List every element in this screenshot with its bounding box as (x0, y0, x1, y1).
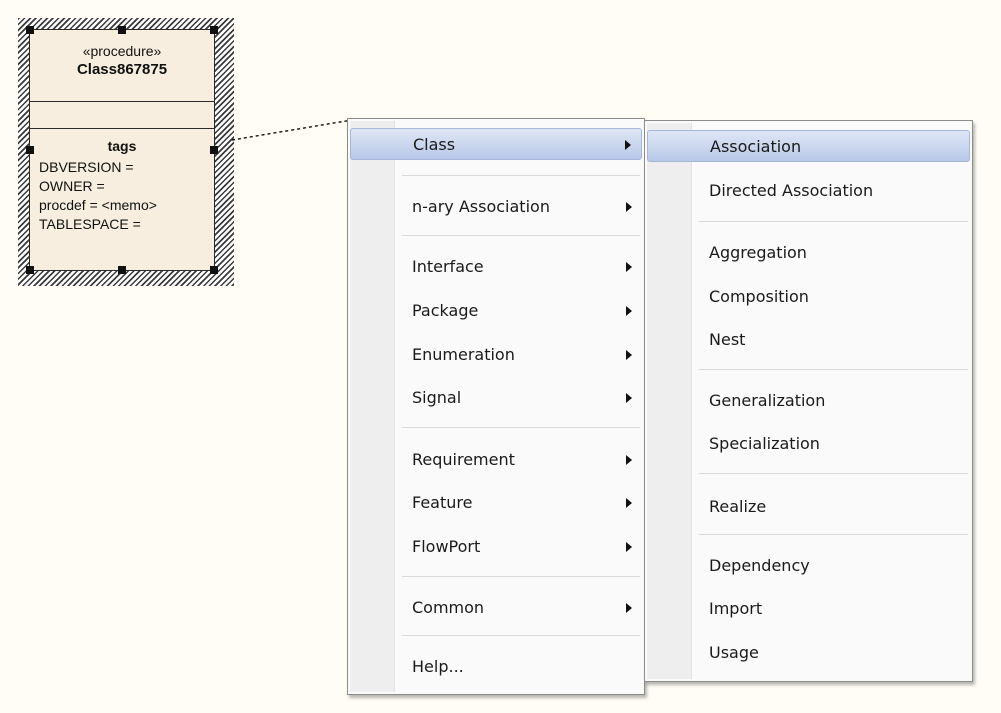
menu-item-label: n-ary Association (412, 197, 550, 216)
menu-item-common[interactable]: Common (350, 592, 642, 624)
menu-item-label: Dependency (709, 556, 810, 575)
menu-item-label: Aggregation (709, 243, 807, 262)
menu-item-label: Help... (412, 657, 464, 676)
menu-separator (402, 576, 640, 577)
menu-item-specialization[interactable]: Specialization (647, 428, 970, 460)
menu-separator (402, 175, 640, 176)
menu-separator (402, 427, 640, 428)
menu-item-label: Class (413, 135, 456, 154)
menu-item-aggregation[interactable]: Aggregation (647, 237, 970, 269)
menu-item-label: Nest (709, 330, 746, 349)
relationship-submenu: Association Directed Association Aggrega… (644, 120, 973, 682)
menu-item-directed-association[interactable]: Directed Association (647, 175, 970, 207)
menu-item-usage[interactable]: Usage (647, 637, 970, 669)
menu-separator (699, 369, 968, 370)
menu-item-label: Import (709, 599, 763, 618)
menu-separator (699, 473, 968, 474)
menu-item-label: Package (412, 301, 479, 320)
menu-item-label: Association (710, 137, 802, 156)
menu-item-label: Common (412, 598, 485, 617)
menu-item-class[interactable]: Class (350, 128, 642, 160)
submenu-arrow-icon (626, 306, 632, 316)
menu-item-nest[interactable]: Nest (647, 324, 970, 356)
submenu-arrow-icon (625, 140, 631, 150)
menu-item-label: Interface (412, 257, 484, 276)
menu-item-realize[interactable]: Realize (647, 491, 970, 523)
submenu-arrow-icon (626, 202, 632, 212)
menu-item-enumeration[interactable]: Enumeration (350, 339, 642, 371)
menu-item-label: Composition (709, 287, 809, 306)
menu-item-interface[interactable]: Interface (350, 251, 642, 283)
submenu-arrow-icon (626, 455, 632, 465)
menu-item-label: Realize (709, 497, 767, 516)
menu-item-label: Directed Association (709, 181, 874, 200)
menu-item-label: Signal (412, 388, 462, 407)
menu-item-feature[interactable]: Feature (350, 487, 642, 519)
menu-item-association[interactable]: Association (647, 130, 970, 162)
submenu-arrow-icon (626, 350, 632, 360)
submenu-arrow-icon (626, 498, 632, 508)
submenu-arrow-icon (626, 393, 632, 403)
menu-item-dependency[interactable]: Dependency (647, 550, 970, 582)
menu-item-label: FlowPort (412, 537, 481, 556)
menu-separator (699, 221, 968, 222)
menu-item-label: Generalization (709, 391, 826, 410)
menu-separator (402, 635, 640, 636)
menu-item-flowport[interactable]: FlowPort (350, 531, 642, 563)
menu-item-label: Enumeration (412, 345, 515, 364)
menu-separator (699, 534, 968, 535)
menu-item-label: Feature (412, 493, 473, 512)
menu-separator (402, 235, 640, 236)
menu-item-label: Specialization (709, 434, 820, 453)
menu-item-requirement[interactable]: Requirement (350, 444, 642, 476)
submenu-arrow-icon (626, 603, 632, 613)
menu-item-composition[interactable]: Composition (647, 281, 970, 313)
menu-item-signal[interactable]: Signal (350, 382, 642, 414)
menu-item-help[interactable]: Help... (350, 651, 642, 683)
submenu-arrow-icon (626, 262, 632, 272)
menu-item-import[interactable]: Import (647, 593, 970, 625)
element-type-menu: Class n-ary Association Interface Packag… (347, 118, 645, 695)
menu-item-label: Usage (709, 643, 759, 662)
menu-item-label: Requirement (412, 450, 515, 469)
submenu-arrow-icon (626, 542, 632, 552)
menu-item-n-ary-association[interactable]: n-ary Association (350, 191, 642, 223)
menu-item-generalization[interactable]: Generalization (647, 385, 970, 417)
menu-item-package[interactable]: Package (350, 295, 642, 327)
